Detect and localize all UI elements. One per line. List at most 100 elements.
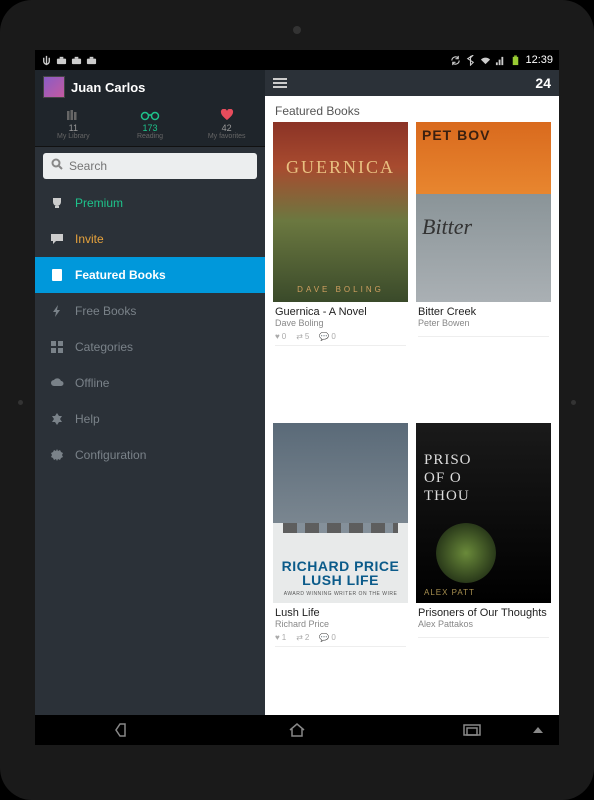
stat-reading[interactable]: 173 Reading <box>112 108 189 140</box>
briefcase-icon <box>71 55 82 66</box>
comments: 💬 0 <box>319 633 335 642</box>
hamburger-icon[interactable] <box>273 78 287 88</box>
app-logo: 24 <box>535 75 551 91</box>
bolt-icon <box>49 303 65 319</box>
app-body: Juan Carlos 11 My Library 173 Reading 42… <box>35 70 559 715</box>
book-stats: ♥ 0 ⇄ 5 💬 0 <box>275 332 406 346</box>
book-title: Bitter Creek <box>418 306 549 318</box>
help-icon <box>49 411 65 427</box>
menu-label: Premium <box>75 196 123 210</box>
book-author: Alex Pattakos <box>418 619 549 629</box>
stat-favorites[interactable]: 42 My favorites <box>188 108 265 140</box>
menu-label: Free Books <box>75 304 136 318</box>
stat-count: 42 <box>188 124 265 133</box>
menu-help[interactable]: Help <box>35 401 265 437</box>
briefcase-icon <box>86 55 97 66</box>
psi-icon <box>41 55 52 66</box>
nav-home[interactable] <box>284 721 310 739</box>
nav-back[interactable] <box>109 721 135 739</box>
menu-offline[interactable]: Offline <box>35 365 265 401</box>
content-header: 24 <box>265 70 559 96</box>
user-row[interactable]: Juan Carlos <box>35 70 265 104</box>
menu-label: Configuration <box>75 448 146 462</box>
book-cover[interactable]: ALEX PATT <box>416 423 551 603</box>
username: Juan Carlos <box>71 80 145 95</box>
search-icon <box>51 157 63 175</box>
grid-icon <box>49 339 65 355</box>
cloud-icon <box>49 375 65 391</box>
heart-icon <box>188 108 265 122</box>
glasses-icon <box>112 108 189 122</box>
nav-up[interactable] <box>525 721 551 739</box>
book-card[interactable]: ALEX PATT Prisoners of Our Thoughts Alex… <box>416 423 551 716</box>
book-stats <box>418 633 549 638</box>
stat-library[interactable]: 11 My Library <box>35 108 112 140</box>
status-bar: 12:39 <box>35 50 559 70</box>
status-time: 12:39 <box>525 54 553 66</box>
battery-icon <box>510 55 521 66</box>
sensor-dot <box>18 400 23 405</box>
menu-invite[interactable]: Invite <box>35 221 265 257</box>
menu-label: Invite <box>75 232 104 246</box>
avatar <box>43 76 65 98</box>
shares: ⇄ 2 <box>296 633 309 642</box>
status-left <box>41 55 97 66</box>
book-author: Dave Boling <box>275 318 406 328</box>
menu-label: Featured Books <box>75 268 166 282</box>
book-stats <box>418 332 549 337</box>
sensor-dot <box>571 400 576 405</box>
trophy-icon <box>49 195 65 211</box>
stat-label: My Library <box>35 133 112 140</box>
sidebar: Juan Carlos 11 My Library 173 Reading 42… <box>35 70 265 715</box>
book-author: Richard Price <box>275 619 406 629</box>
nav-bar <box>35 715 559 745</box>
likes: ♥ 0 <box>275 332 286 341</box>
book-card[interactable]: AWARD WINNING WRITER ON THE WIRE Lush Li… <box>273 423 408 716</box>
search-wrap <box>35 147 265 185</box>
status-right: 12:39 <box>450 54 553 66</box>
stat-count: 11 <box>35 124 112 133</box>
book-title: Prisoners of Our Thoughts <box>418 607 549 619</box>
bluetooth-icon <box>465 55 476 66</box>
menu-free[interactable]: Free Books <box>35 293 265 329</box>
shares: ⇄ 5 <box>296 332 309 341</box>
book-stats: ♥ 1 ⇄ 2 💬 0 <box>275 633 406 647</box>
screen: 12:39 Juan Carlos 11 My Library 173 Read… <box>35 50 559 745</box>
briefcase-icon <box>56 55 67 66</box>
menu-categories[interactable]: Categories <box>35 329 265 365</box>
book-title: Lush Life <box>275 607 406 619</box>
menu-label: Help <box>75 412 100 426</box>
book-cover[interactable]: AWARD WINNING WRITER ON THE WIRE <box>273 423 408 603</box>
comments: 💬 0 <box>319 332 335 341</box>
menu-label: Categories <box>75 340 133 354</box>
stat-label: My favorites <box>188 133 265 140</box>
book-author: Peter Bowen <box>418 318 549 328</box>
stat-label: Reading <box>112 133 189 140</box>
tablet-frame: 12:39 Juan Carlos 11 My Library 173 Read… <box>0 0 594 800</box>
section-title: Featured Books <box>265 96 559 122</box>
book-card[interactable]: Bitter Creek Peter Bowen <box>416 122 551 415</box>
book-cover[interactable] <box>273 122 408 302</box>
content-panel: 24 Featured Books Guernica - A Novel Dav… <box>265 70 559 715</box>
wifi-icon <box>480 55 491 66</box>
signal-icon <box>495 55 506 66</box>
book-card[interactable]: Guernica - A Novel Dave Boling ♥ 0 ⇄ 5 💬… <box>273 122 408 415</box>
nav-recent[interactable] <box>459 721 485 739</box>
search-input[interactable] <box>69 159 249 173</box>
book-title: Guernica - A Novel <box>275 306 406 318</box>
book-grid[interactable]: Guernica - A Novel Dave Boling ♥ 0 ⇄ 5 💬… <box>265 122 559 715</box>
book-cover[interactable] <box>416 122 551 302</box>
gear-icon <box>49 447 65 463</box>
search-box[interactable] <box>43 153 257 179</box>
menu-configuration[interactable]: Configuration <box>35 437 265 473</box>
stat-count: 173 <box>112 124 189 133</box>
likes: ♥ 1 <box>275 633 286 642</box>
stats-row: 11 My Library 173 Reading 42 My favorite… <box>35 104 265 147</box>
menu-premium[interactable]: Premium <box>35 185 265 221</box>
menu-label: Offline <box>75 376 109 390</box>
sync-icon <box>450 55 461 66</box>
book-icon <box>49 267 65 283</box>
menu-featured[interactable]: Featured Books <box>35 257 265 293</box>
books-icon <box>35 108 112 122</box>
chat-icon <box>49 231 65 247</box>
